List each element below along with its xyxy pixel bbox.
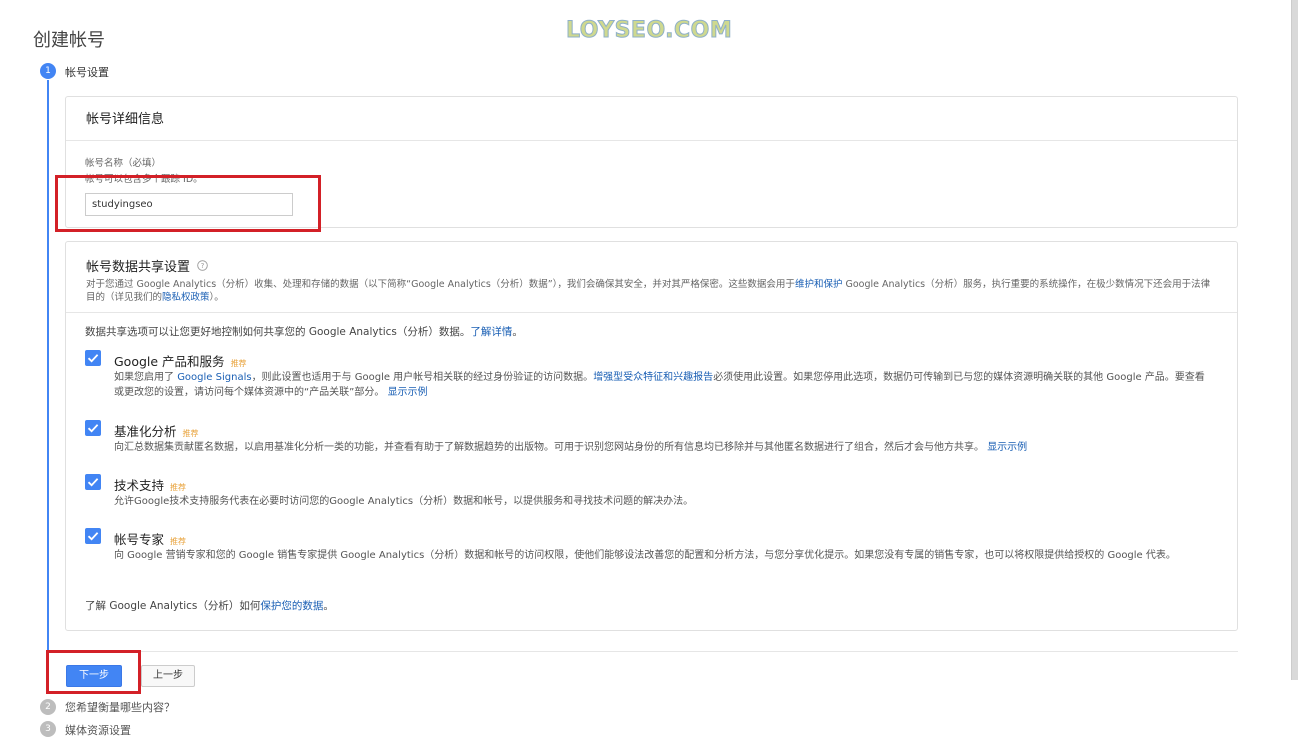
checkbox-benchmarking[interactable]	[85, 420, 101, 436]
option-desc-2: ，则此设置也适用于与 Google 用户帐号相关联的经过身份验证的访问数据。	[251, 372, 594, 383]
option-desc: 向汇总数据集贡献匿名数据，以启用基准化分析一类的功能，并查看有助于了解数据趋势的…	[114, 442, 984, 453]
checkbox-google-products[interactable]	[85, 350, 101, 366]
recommended-tag: 推荐	[230, 359, 247, 368]
scrollbar[interactable]	[1291, 0, 1298, 680]
maintain-protect-link[interactable]: 维护和保护	[795, 279, 843, 290]
step-3-label[interactable]: 媒体资源设置	[65, 722, 131, 738]
recommended-tag: 推荐	[170, 537, 187, 546]
sharing-desc-text-1: 对于您通过 Google Analytics（分析）收集、处理和存储的数据（以下…	[86, 279, 795, 290]
show-example-link[interactable]: 显示示例	[388, 387, 428, 398]
option-title: 帐号专家	[114, 532, 165, 547]
option-title: 技术支持	[114, 478, 165, 493]
account-name-label: 帐号名称（必填）	[85, 158, 162, 169]
option-desc: 向 Google 营销专家和您的 Google 销售专家提供 Google An…	[114, 550, 1176, 561]
check-icon	[87, 532, 99, 541]
step-1-label[interactable]: 帐号设置	[65, 64, 109, 80]
highlight-box-account-name	[55, 175, 321, 232]
stepper-line	[47, 80, 49, 694]
sharing-desc-text-2: Google Analytics（分析）服务，执行重要的系统操作，在极少数情况下…	[842, 279, 1211, 290]
sharing-intro: 数据共享选项可以让您更好地控制如何共享您的 Google Analytics（分…	[85, 324, 523, 339]
learn-more-link[interactable]: 了解详情	[470, 326, 512, 338]
google-signals-link[interactable]: Google Signals	[177, 372, 251, 383]
data-sharing-header: 帐号数据共享设置	[86, 260, 191, 275]
sharing-desc-text-4: ）。	[209, 292, 224, 303]
recommended-tag: 推荐	[170, 483, 187, 492]
privacy-policy-link[interactable]: 隐私权政策	[162, 292, 210, 303]
option-title: 基准化分析	[114, 424, 177, 439]
sharing-intro-end: 。	[512, 326, 523, 338]
sharing-footer-text: 了解 Google Analytics（分析）如何	[85, 600, 261, 612]
checkbox-tech-support[interactable]	[85, 474, 101, 490]
sharing-footer: 了解 Google Analytics（分析）如何保护您的数据。	[85, 598, 334, 613]
option-desc: 如果您启用了	[114, 372, 178, 383]
page-title: 创建帐号	[33, 30, 105, 51]
sharing-intro-text: 数据共享选项可以让您更好地控制如何共享您的 Google Analytics（分…	[85, 326, 471, 338]
question-circle-icon[interactable]: ?	[197, 260, 208, 275]
check-icon	[87, 354, 99, 363]
step-2-label[interactable]: 您希望衡量哪些内容？	[65, 699, 175, 715]
svg-text:?: ?	[201, 262, 205, 270]
account-details-header: 帐号详细信息	[86, 112, 165, 127]
show-example-link[interactable]: 显示示例	[987, 442, 1027, 453]
option-title: Google 产品和服务	[114, 354, 225, 369]
highlight-box-next-button	[46, 650, 141, 694]
enhanced-demographics-link[interactable]: 增强型受众特征和兴趣报告	[593, 372, 713, 383]
divider	[65, 651, 1238, 652]
option-desc: 允许Google技术支持服务代表在必要时访问您的Google Analytics…	[114, 496, 694, 507]
sharing-desc-text-3: 目的（详见我们的	[86, 292, 163, 303]
recommended-tag: 推荐	[182, 429, 199, 438]
sharing-footer-end: 。	[323, 600, 334, 612]
watermark-logo: LOYSEO.COM	[565, 18, 733, 44]
checkbox-account-specialists[interactable]	[85, 528, 101, 544]
step-2-indicator: 2	[40, 699, 56, 715]
check-icon	[87, 424, 99, 433]
data-sharing-card: 帐号数据共享设置 ? 对于您通过 Google Analytics（分析）收集、…	[65, 241, 1238, 631]
protect-data-link[interactable]: 保护您的数据	[260, 600, 323, 612]
check-icon	[87, 478, 99, 487]
step-1-indicator: 1	[40, 63, 56, 79]
previous-button[interactable]: 上一步	[141, 665, 195, 687]
